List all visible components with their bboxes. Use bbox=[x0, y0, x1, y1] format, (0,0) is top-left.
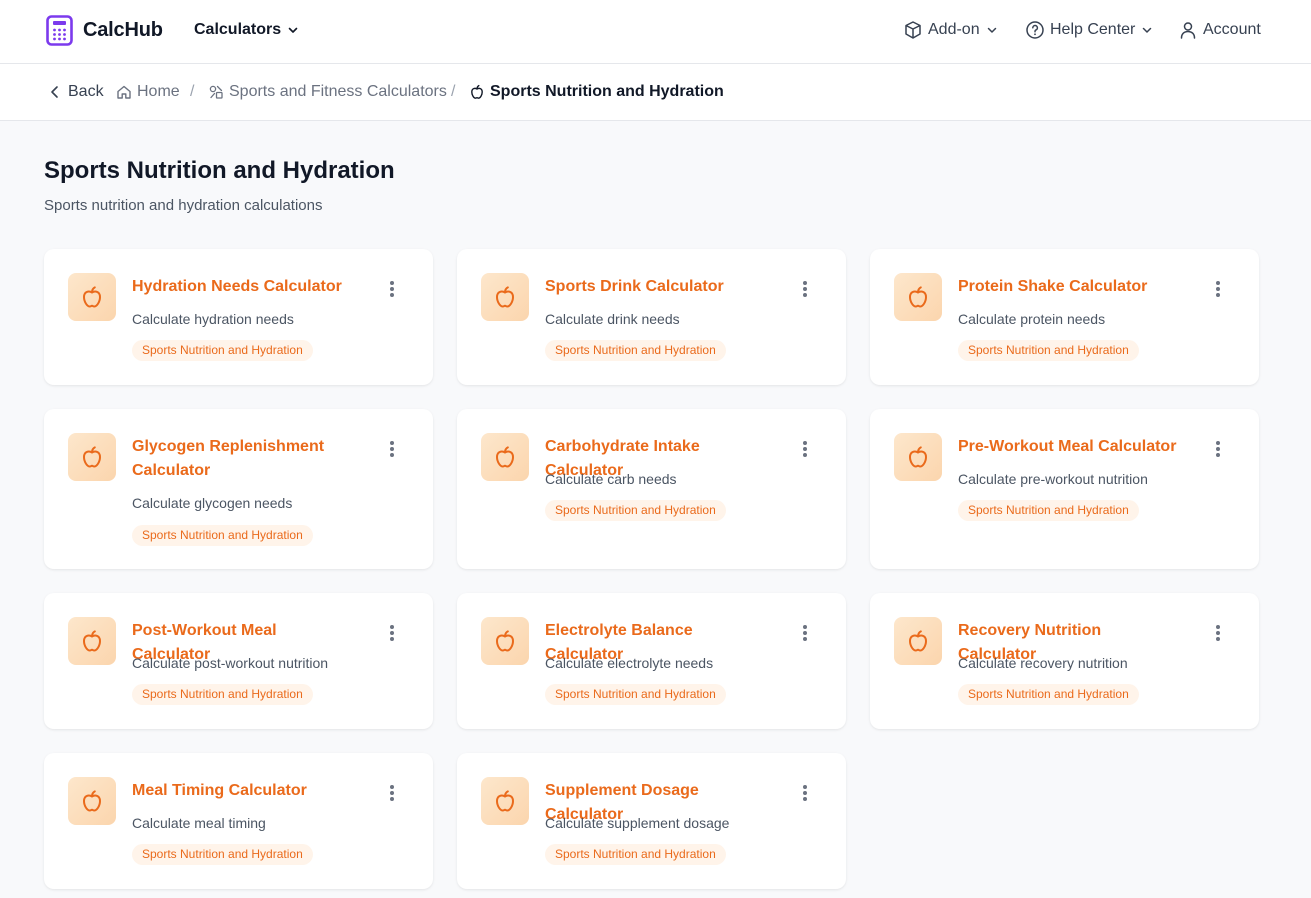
card-title[interactable]: Pre-Workout Meal Calculator bbox=[958, 435, 1180, 459]
account-label: Account bbox=[1203, 21, 1261, 38]
more-options-icon[interactable] bbox=[384, 279, 400, 299]
calculator-card[interactable]: Post-Workout Meal Calculator Calculate po… bbox=[44, 593, 433, 729]
more-options-icon[interactable] bbox=[797, 783, 813, 803]
calculator-card[interactable]: Sports Drink Calculator Calculate drink n… bbox=[457, 249, 846, 385]
page-subtitle: Sports nutrition and hydration calculati… bbox=[44, 197, 323, 214]
calculator-card[interactable]: Meal Timing Calculator Calculate meal tim… bbox=[44, 753, 433, 889]
apple-icon bbox=[894, 617, 942, 665]
breadcrumb-home-label: Home bbox=[137, 83, 180, 100]
card-description: Calculate drink needs bbox=[545, 311, 680, 327]
category-tag: Sports Nutrition and Hydration bbox=[958, 340, 1139, 361]
card-description: Calculate hydration needs bbox=[132, 311, 294, 327]
help-center-menu[interactable]: Help Center bbox=[1025, 20, 1153, 40]
calculator-card[interactable]: Supplement Dosage Calculator Calculate su… bbox=[457, 753, 846, 889]
back-label: Back bbox=[68, 83, 104, 100]
chevron-down-icon bbox=[1143, 27, 1152, 33]
category-tag: Sports Nutrition and Hydration bbox=[132, 684, 313, 705]
category-tag: Sports Nutrition and Hydration bbox=[958, 500, 1139, 521]
apple-icon bbox=[68, 617, 116, 665]
breadcrumb-separator: / bbox=[451, 83, 456, 100]
apple-icon bbox=[481, 777, 529, 825]
calculator-card[interactable]: Glycogen Replenishment Calculator Calcula… bbox=[44, 409, 433, 569]
card-title[interactable]: Sports Drink Calculator bbox=[545, 275, 767, 299]
category-tag: Sports Nutrition and Hydration bbox=[545, 684, 726, 705]
more-options-icon[interactable] bbox=[797, 439, 813, 459]
help-center-label: Help Center bbox=[1050, 21, 1136, 38]
brand-name: CalcHub bbox=[83, 19, 163, 41]
category-tag: Sports Nutrition and Hydration bbox=[132, 844, 313, 865]
breadcrumb-current-label: Sports Nutrition and Hydration bbox=[490, 83, 724, 100]
apple-icon bbox=[894, 273, 942, 321]
card-description: Calculate electrolyte needs bbox=[545, 655, 714, 671]
breadcrumb-current: Sports Nutrition and Hydration bbox=[469, 83, 724, 101]
card-description: Calculate post-workout nutrition bbox=[132, 655, 329, 671]
top-navbar: CalcHub Calculators Add-on Help Center A… bbox=[0, 0, 1311, 64]
more-options-icon[interactable] bbox=[1210, 279, 1226, 299]
more-options-icon[interactable] bbox=[1210, 439, 1226, 459]
card-description: Calculate recovery nutrition bbox=[958, 655, 1128, 671]
page-title: Sports Nutrition and Hydration bbox=[44, 157, 395, 184]
card-title[interactable]: Meal Timing Calculator bbox=[132, 779, 354, 803]
category-tag: Sports Nutrition and Hydration bbox=[958, 684, 1139, 705]
category-tag: Sports Nutrition and Hydration bbox=[132, 525, 313, 546]
account-menu[interactable]: Account bbox=[1178, 20, 1261, 40]
apple-icon bbox=[68, 777, 116, 825]
calculator-card[interactable]: Protein Shake Calculator Calculate protei… bbox=[870, 249, 1259, 385]
card-title[interactable]: Protein Shake Calculator bbox=[958, 275, 1180, 299]
card-description: Calculate glycogen needs bbox=[132, 495, 293, 511]
category-tag: Sports Nutrition and Hydration bbox=[545, 500, 726, 521]
category-tag: Sports Nutrition and Hydration bbox=[545, 844, 726, 865]
apple-icon bbox=[68, 273, 116, 321]
apple-icon bbox=[481, 273, 529, 321]
card-description: Calculate carb needs bbox=[545, 471, 677, 487]
user-icon bbox=[1180, 22, 1196, 39]
home-icon bbox=[117, 85, 131, 99]
apple-icon bbox=[471, 84, 483, 99]
addon-menu[interactable]: Add-on bbox=[903, 20, 998, 40]
breadcrumb-separator: / bbox=[190, 83, 195, 100]
calculator-card[interactable]: Recovery Nutrition Calculator Calculate r… bbox=[870, 593, 1259, 729]
apple-icon bbox=[481, 433, 529, 481]
calculators-menu[interactable]: Calculators bbox=[194, 21, 299, 39]
breadcrumb: Back Home / Sports and Fitness Calculato… bbox=[0, 64, 1311, 121]
card-description: Calculate protein needs bbox=[958, 311, 1106, 327]
chevron-down-icon bbox=[987, 27, 996, 33]
calculator-logo-icon bbox=[46, 15, 73, 46]
card-title[interactable]: Glycogen Replenishment Calculator bbox=[132, 435, 354, 483]
card-description: Calculate pre-workout nutrition bbox=[958, 471, 1148, 487]
apple-icon bbox=[68, 433, 116, 481]
calculator-card[interactable]: Electrolyte Balance Calculator Calculate … bbox=[457, 593, 846, 729]
card-title[interactable]: Hydration Needs Calculator bbox=[132, 275, 354, 299]
back-link[interactable]: Back bbox=[47, 83, 104, 101]
card-description: Calculate meal timing bbox=[132, 815, 266, 831]
calculator-card[interactable]: Carbohydrate Intake Calculator Calculate … bbox=[457, 409, 846, 569]
more-options-icon[interactable] bbox=[384, 623, 400, 643]
more-options-icon[interactable] bbox=[384, 439, 400, 459]
breadcrumb-home[interactable]: Home bbox=[116, 83, 180, 101]
addon-menu-label: Add-on bbox=[928, 21, 980, 38]
help-circle-icon bbox=[1026, 21, 1044, 39]
calculators-menu-label: Calculators bbox=[194, 21, 282, 38]
card-description: Calculate supplement dosage bbox=[545, 815, 730, 831]
package-icon bbox=[905, 21, 921, 39]
calculator-card[interactable]: Pre-Workout Meal Calculator Calculate pre… bbox=[870, 409, 1259, 569]
category-tag: Sports Nutrition and Hydration bbox=[132, 340, 313, 361]
more-options-icon[interactable] bbox=[797, 279, 813, 299]
apple-icon bbox=[894, 433, 942, 481]
more-options-icon[interactable] bbox=[797, 623, 813, 643]
brand-logo[interactable]: CalcHub bbox=[46, 15, 163, 46]
category-tag: Sports Nutrition and Hydration bbox=[545, 340, 726, 361]
apple-icon bbox=[481, 617, 529, 665]
calculator-card[interactable]: Hydration Needs Calculator Calculate hydr… bbox=[44, 249, 433, 385]
more-options-icon[interactable] bbox=[1210, 623, 1226, 643]
breadcrumb-parent-label: Sports and Fitness Calculators bbox=[229, 83, 447, 100]
more-options-icon[interactable] bbox=[384, 783, 400, 803]
sports-fitness-icon bbox=[209, 85, 223, 99]
chevron-left-icon bbox=[51, 86, 58, 98]
breadcrumb-parent[interactable]: Sports and Fitness Calculators bbox=[208, 83, 447, 101]
chevron-down-icon bbox=[288, 27, 298, 33]
